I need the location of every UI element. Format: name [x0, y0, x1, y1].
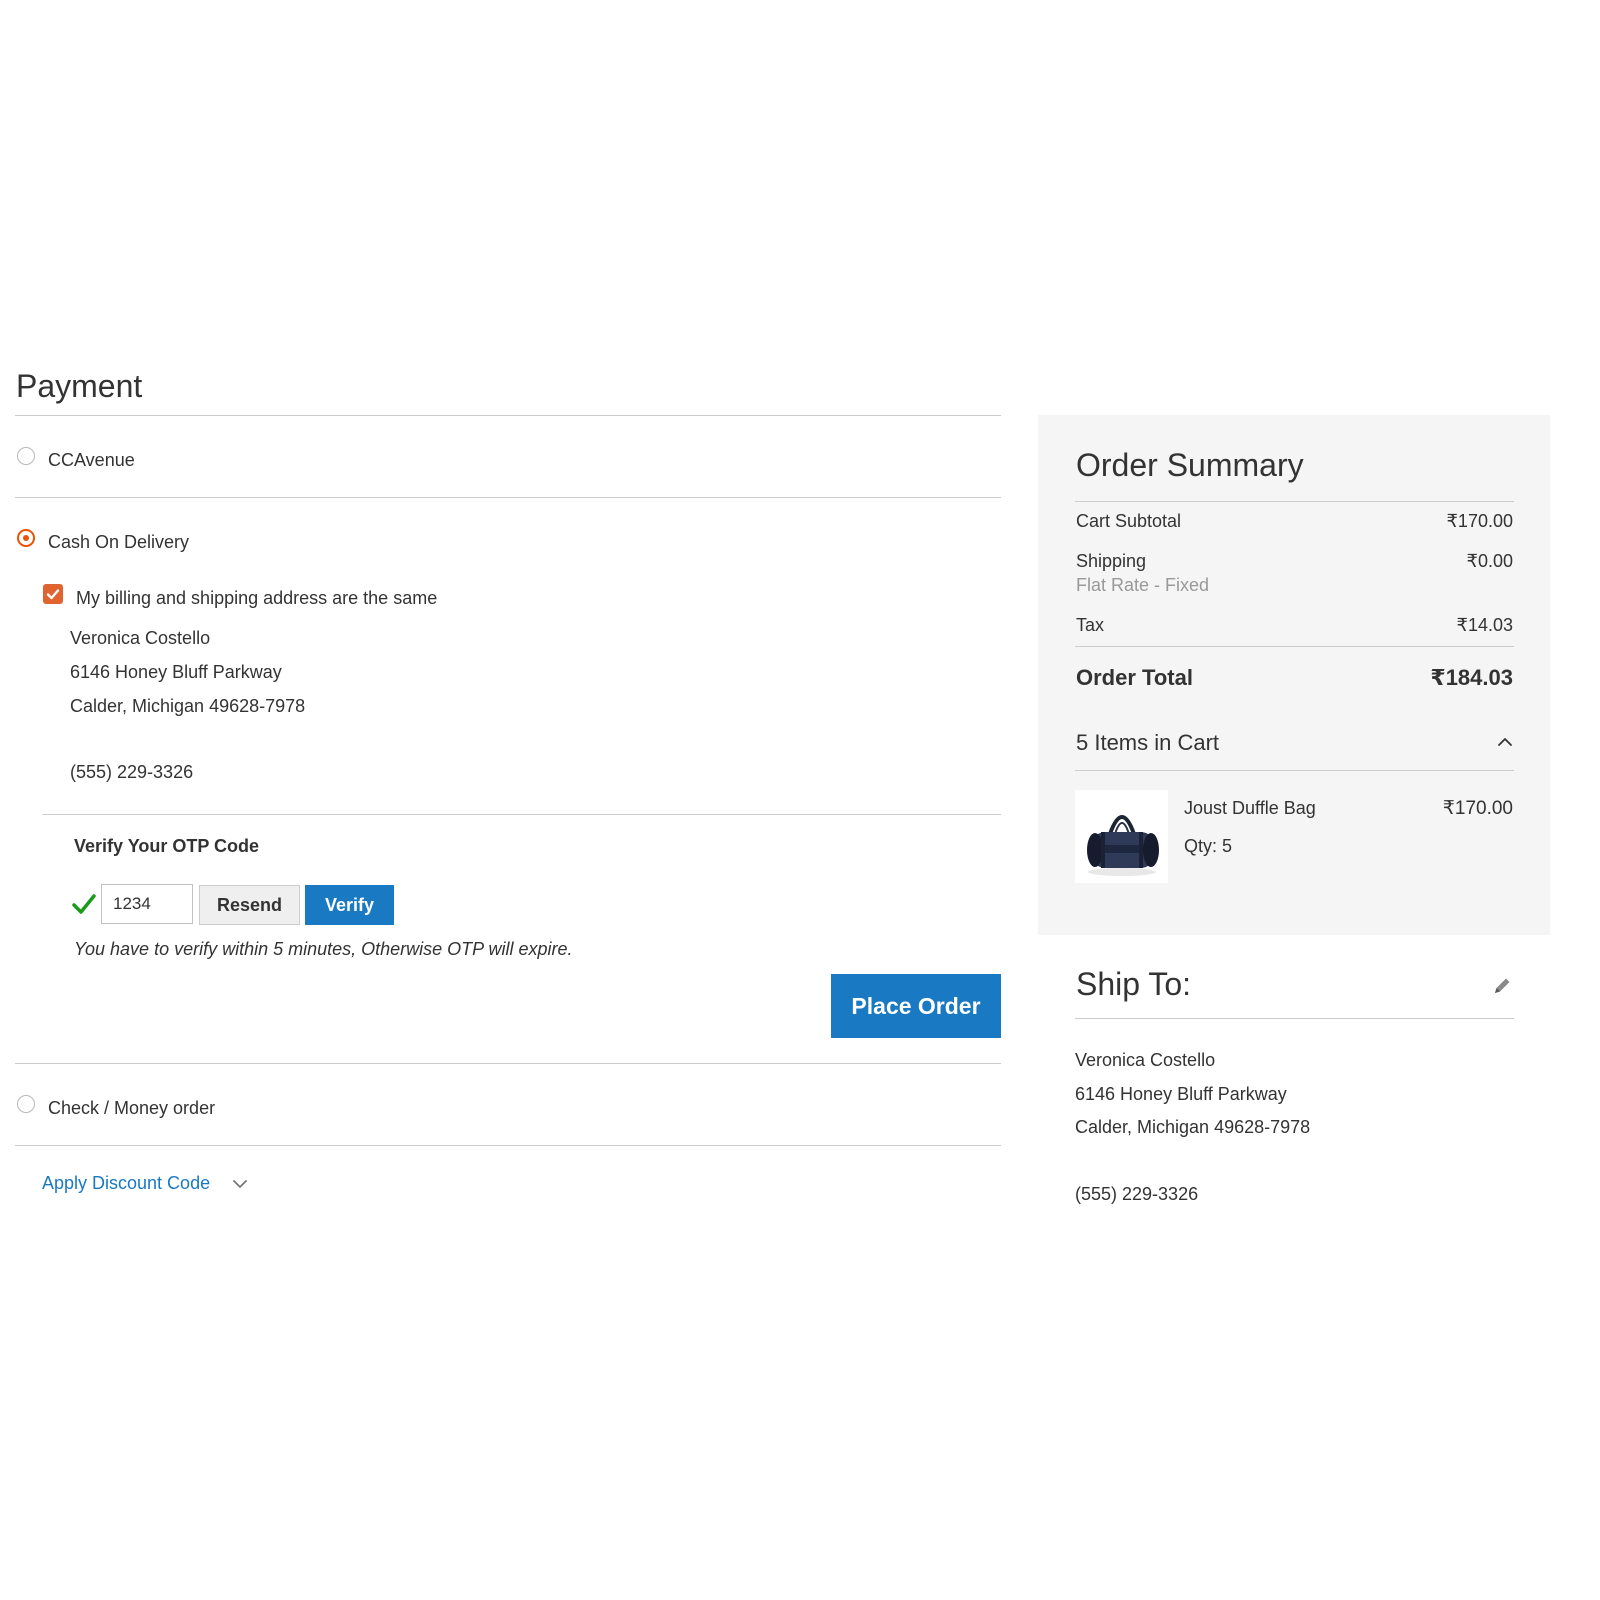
method-label-ccavenue[interactable]: CCAvenue: [48, 450, 135, 471]
method-label-cash-on-delivery[interactable]: Cash On Delivery: [48, 532, 189, 553]
product-name[interactable]: Joust Duffle Bag: [1184, 798, 1316, 819]
chevron-down-icon[interactable]: [232, 1178, 248, 1190]
order-total-label: Order Total: [1076, 665, 1193, 690]
otp-title: Verify Your OTP Code: [74, 836, 260, 856]
product-price: ₹170.00: [1442, 798, 1513, 819]
verify-button[interactable]: Verify: [305, 885, 394, 925]
ship-to-title: Ship To:: [1076, 966, 1192, 1002]
divider: [15, 415, 1001, 416]
ship-to-city: Calder, Michigan 49628-7978: [1075, 1117, 1311, 1137]
cart-subtotal-label: Cart Subtotal: [1076, 511, 1182, 531]
radio-ccavenue[interactable]: [17, 447, 35, 465]
billing-street: 6146 Honey Bluff Parkway: [70, 662, 282, 682]
shipping-label: Shipping: [1076, 551, 1147, 571]
checkbox-check-icon: [46, 589, 60, 600]
shipping-method: Flat Rate - Fixed: [1076, 575, 1210, 595]
divider: [1075, 770, 1514, 771]
radio-cash-on-delivery[interactable]: [17, 529, 35, 547]
divider: [1075, 501, 1514, 502]
place-order-button[interactable]: Place Order: [831, 974, 1001, 1038]
divider: [15, 1063, 1001, 1064]
chevron-up-icon[interactable]: [1497, 736, 1513, 748]
duffle-bag-icon: [1087, 815, 1159, 876]
tax-value: ₹14.03: [1456, 615, 1514, 635]
method-label-check-money-order[interactable]: Check / Money order: [48, 1098, 215, 1119]
radio-check-money-order[interactable]: [17, 1095, 35, 1113]
ship-to-name: Veronica Costello: [1075, 1050, 1216, 1070]
resend-button[interactable]: Resend: [199, 885, 300, 925]
checkmark-icon: [72, 894, 96, 914]
order-total-value: ₹184.03: [1430, 665, 1513, 690]
apply-discount-link[interactable]: Apply Discount Code: [42, 1173, 210, 1194]
divider: [15, 1145, 1001, 1146]
ship-to-phone: (555) 229-3326: [1075, 1184, 1199, 1204]
divider: [42, 814, 1001, 815]
same-address-label: My billing and shipping address are the …: [76, 588, 438, 608]
billing-phone: (555) 229-3326: [70, 762, 194, 782]
same-address-checkbox[interactable]: [43, 584, 63, 604]
otp-input[interactable]: [101, 884, 193, 924]
items-in-cart-toggle[interactable]: 5 Items in Cart: [1076, 730, 1219, 756]
tax-label: Tax: [1076, 615, 1105, 635]
divider: [1075, 1018, 1514, 1019]
order-summary-title: Order Summary: [1076, 447, 1304, 483]
pencil-edit-icon[interactable]: [1491, 975, 1513, 997]
billing-city: Calder, Michigan 49628-7978: [70, 696, 306, 716]
divider: [15, 497, 1001, 498]
divider: [1075, 646, 1514, 647]
shipping-value: ₹0.00: [1466, 551, 1514, 571]
otp-expiry-note: You have to verify within 5 minutes, Oth…: [74, 939, 573, 959]
payment-title: Payment: [16, 368, 143, 404]
billing-name: Veronica Costello: [70, 628, 211, 648]
cart-subtotal-value: ₹170.00: [1446, 511, 1513, 531]
ship-to-street: 6146 Honey Bluff Parkway: [1075, 1084, 1287, 1104]
product-qty: Qty: 5: [1184, 836, 1233, 856]
product-image: [1075, 790, 1168, 883]
